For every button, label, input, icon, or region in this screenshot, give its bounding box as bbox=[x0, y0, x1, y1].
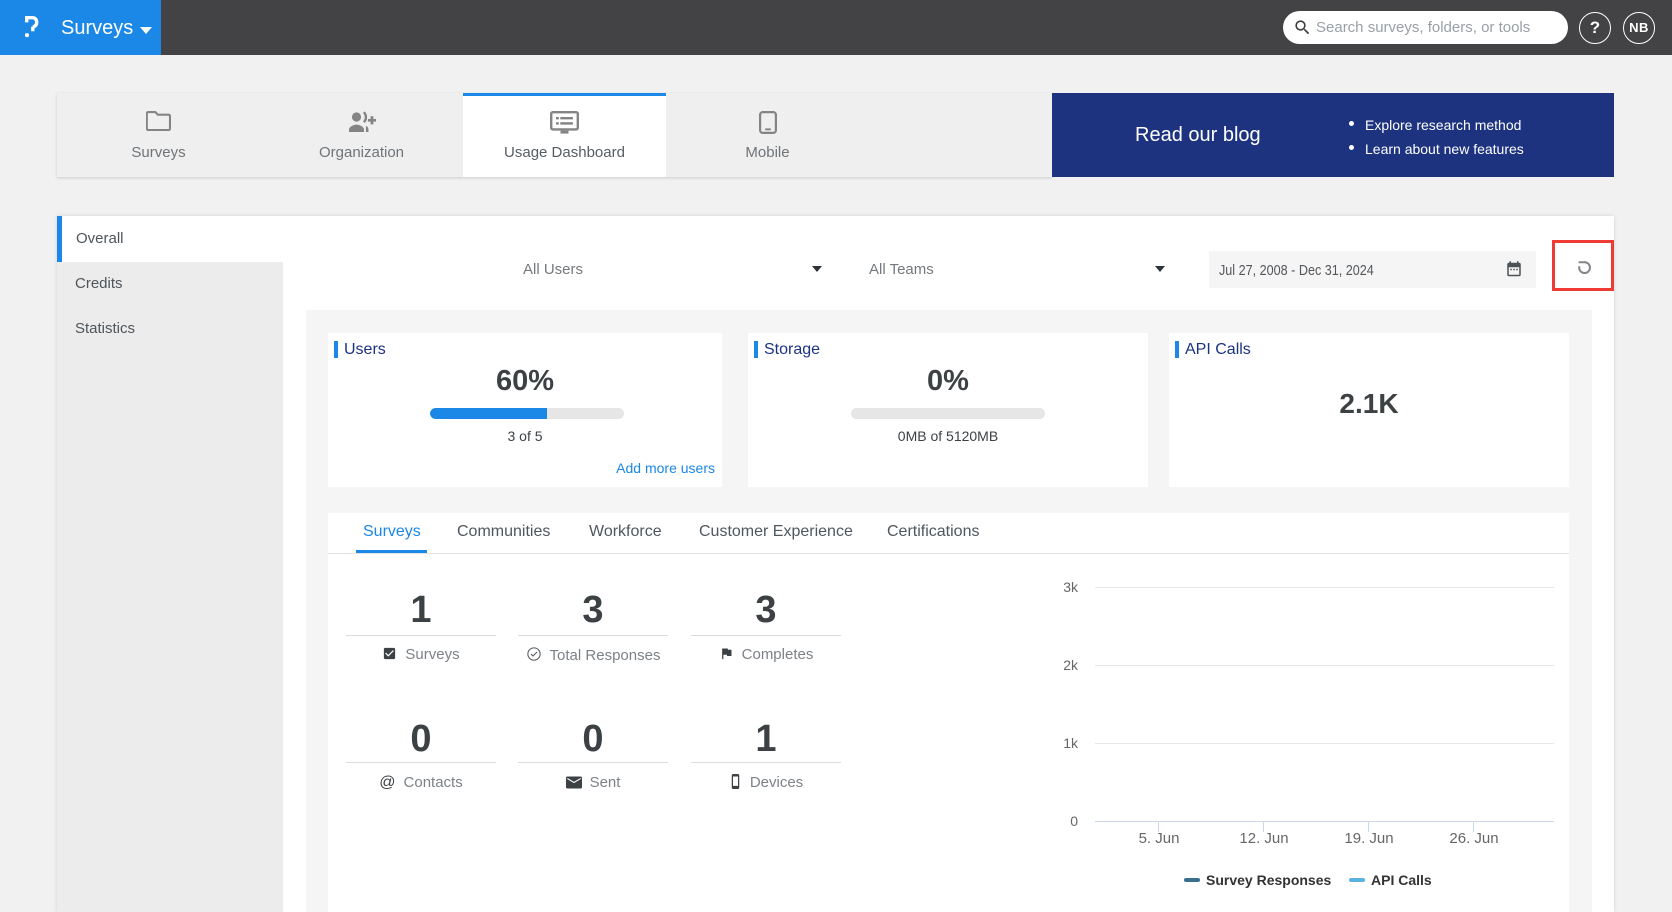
svg-text:19. Jun: 19. Jun bbox=[1344, 830, 1393, 847]
svg-text:3k: 3k bbox=[1063, 579, 1079, 595]
svg-text:2k: 2k bbox=[1063, 657, 1079, 673]
svg-text:5. Jun: 5. Jun bbox=[1139, 830, 1180, 847]
svg-text:API Calls: API Calls bbox=[1371, 872, 1432, 888]
svg-text:12. Jun: 12. Jun bbox=[1239, 830, 1288, 847]
svg-text:1k: 1k bbox=[1063, 735, 1079, 751]
svg-text:26. Jun: 26. Jun bbox=[1449, 830, 1498, 847]
svg-text:Survey Responses: Survey Responses bbox=[1206, 872, 1331, 888]
svg-text:0: 0 bbox=[1070, 813, 1078, 829]
